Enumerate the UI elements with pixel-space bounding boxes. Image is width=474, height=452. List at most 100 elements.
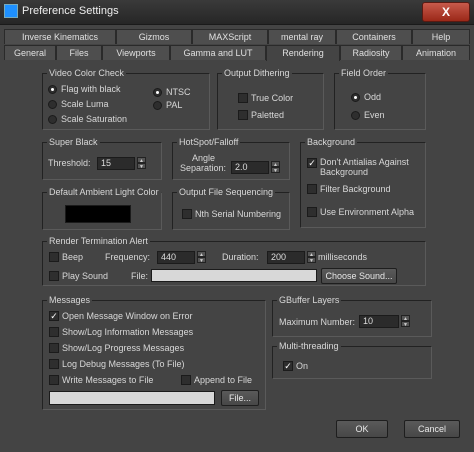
- output-file-sequencing-title: Output File Sequencing: [177, 187, 276, 197]
- maximum-number-label: Maximum Number:: [279, 317, 356, 327]
- paletted-checkbox[interactable]: [238, 110, 248, 120]
- field-order-title: Field Order: [339, 68, 389, 78]
- duration-label: Duration:: [222, 252, 259, 262]
- threshold-input[interactable]: 15: [97, 157, 135, 170]
- render-termination-alert-group: Render Termination Alert Beep Frequency:…: [42, 236, 426, 286]
- super-black-title: Super Black: [47, 137, 100, 147]
- odd-radio[interactable]: [351, 93, 360, 102]
- background-group: Background ✓ Don't Antialias Against Bac…: [300, 137, 426, 228]
- scale-saturation-radio[interactable]: [48, 115, 57, 124]
- tab-animation[interactable]: Animation: [402, 45, 470, 60]
- tab-maxscript[interactable]: MAXScript: [192, 29, 268, 44]
- messages-title: Messages: [47, 295, 93, 305]
- separation-label: Separation:: [180, 163, 227, 173]
- show-log-information-checkbox[interactable]: [49, 327, 59, 337]
- open-message-window-checkbox[interactable]: ✓: [49, 311, 59, 321]
- hotspot-falloff-group: HotSpot/Falloff Angle Separation: 2.0 ▲ ▼: [172, 137, 290, 180]
- append-to-file-label: Append to File: [194, 375, 253, 385]
- log-debug-messages-label: Log Debug Messages (To File): [62, 359, 185, 369]
- tab-gizmos[interactable]: Gizmos: [116, 29, 192, 44]
- log-debug-messages-checkbox[interactable]: [49, 359, 59, 369]
- output-file-sequencing-group: Output File Sequencing Nth Serial Number…: [172, 187, 290, 230]
- milliseconds-label: milliseconds: [318, 252, 368, 262]
- true-color-label: True Color: [251, 93, 294, 103]
- tab-containers[interactable]: Containers: [336, 29, 412, 44]
- window-title: Preference Settings: [22, 5, 119, 17]
- angle-separation-input[interactable]: 2.0: [231, 161, 269, 174]
- even-radio[interactable]: [351, 111, 360, 120]
- background-title: Background: [305, 137, 358, 147]
- pal-label: PAL: [166, 100, 183, 110]
- nth-serial-numbering-checkbox[interactable]: [182, 209, 192, 219]
- show-log-progress-label: Show/Log Progress Messages: [62, 343, 185, 353]
- multi-threading-on-label: On: [296, 361, 309, 371]
- maximum-number-input[interactable]: 10: [359, 315, 399, 328]
- append-to-file-checkbox[interactable]: [181, 375, 191, 385]
- duration-spinner[interactable]: ▲ ▼: [307, 251, 316, 264]
- multi-threading-title: Multi-threading: [277, 341, 341, 351]
- play-sound-checkbox[interactable]: [49, 271, 59, 281]
- use-environment-alpha-label: Use Environment Alpha: [320, 207, 415, 217]
- close-button[interactable]: X: [422, 2, 470, 22]
- tab-rendering[interactable]: Rendering: [266, 45, 340, 61]
- beep-label: Beep: [62, 252, 84, 262]
- ambient-light-title: Default Ambient Light Color: [47, 187, 161, 197]
- beep-checkbox[interactable]: [49, 252, 59, 262]
- tab-radiosity[interactable]: Radiosity: [340, 45, 402, 60]
- video-color-check-group: Video Color Check Flag with black Scale …: [42, 68, 210, 130]
- tab-general[interactable]: General: [4, 45, 56, 60]
- scale-saturation-label: Scale Saturation: [61, 114, 128, 124]
- sound-file-input[interactable]: [151, 269, 317, 282]
- scale-luma-label: Scale Luma: [61, 99, 109, 109]
- video-color-check-title: Video Color Check: [47, 68, 126, 78]
- title-bar: Preference Settings X: [0, 0, 474, 25]
- output-dithering-title: Output Dithering: [222, 68, 292, 78]
- maximum-number-spinner[interactable]: ▲ ▼: [401, 315, 410, 328]
- app-icon: [4, 4, 18, 18]
- angle-separation-spinner[interactable]: ▲ ▼: [271, 161, 280, 174]
- filter-background-checkbox[interactable]: [307, 184, 317, 194]
- write-messages-to-file-checkbox[interactable]: [49, 375, 59, 385]
- ambient-color-swatch[interactable]: [65, 205, 131, 223]
- show-log-progress-checkbox[interactable]: [49, 343, 59, 353]
- open-message-window-label: Open Message Window on Error: [62, 311, 193, 321]
- frequency-input[interactable]: 440: [157, 251, 195, 264]
- duration-input[interactable]: 200: [267, 251, 305, 264]
- multi-threading-on-checkbox[interactable]: ✓: [283, 361, 293, 371]
- tab-viewports[interactable]: Viewports: [102, 45, 170, 60]
- flag-with-black-label: Flag with black: [61, 84, 121, 94]
- ntsc-radio[interactable]: [153, 88, 162, 97]
- message-file-input[interactable]: [49, 391, 215, 405]
- super-black-group: Super Black Threshold: 15 ▲ ▼: [42, 137, 162, 180]
- tab-help[interactable]: Help: [412, 29, 470, 44]
- cancel-button[interactable]: Cancel: [404, 420, 460, 438]
- gbuffer-layers-title: GBuffer Layers: [277, 295, 342, 305]
- threshold-label: Threshold:: [48, 158, 91, 168]
- use-environment-alpha-checkbox[interactable]: [307, 207, 317, 217]
- pal-radio[interactable]: [153, 101, 162, 110]
- ntsc-label: NTSC: [166, 87, 191, 97]
- dont-antialias-checkbox[interactable]: ✓: [307, 158, 317, 168]
- sound-file-label: File:: [131, 271, 149, 281]
- gbuffer-layers-group: GBuffer Layers Maximum Number: 10 ▲ ▼: [272, 295, 432, 337]
- tab-inverse-kinematics[interactable]: Inverse Kinematics: [4, 29, 116, 44]
- write-messages-to-file-label: Write Messages to File: [62, 375, 154, 385]
- filter-background-label: Filter Background: [320, 184, 391, 194]
- tab-files[interactable]: Files: [56, 45, 102, 60]
- choose-sound-button[interactable]: Choose Sound...: [321, 268, 397, 284]
- show-log-information-label: Show/Log Information Messages: [62, 327, 194, 337]
- frequency-spinner[interactable]: ▲ ▼: [197, 251, 206, 264]
- true-color-checkbox[interactable]: [238, 93, 248, 103]
- flag-with-black-radio[interactable]: [48, 85, 57, 94]
- angle-label: Angle: [192, 153, 216, 163]
- scale-luma-radio[interactable]: [48, 100, 57, 109]
- nth-serial-numbering-label: Nth Serial Numbering: [195, 209, 282, 219]
- message-file-button[interactable]: File...: [221, 390, 259, 406]
- tab-mental-ray[interactable]: mental ray: [268, 29, 336, 44]
- ok-button[interactable]: OK: [336, 420, 388, 438]
- threshold-spinner[interactable]: ▲ ▼: [137, 157, 146, 170]
- play-sound-label: Play Sound: [62, 271, 109, 281]
- hotspot-falloff-title: HotSpot/Falloff: [177, 137, 241, 147]
- ambient-light-group: Default Ambient Light Color: [42, 187, 162, 230]
- tab-gamma-and-lut[interactable]: Gamma and LUT: [170, 45, 266, 60]
